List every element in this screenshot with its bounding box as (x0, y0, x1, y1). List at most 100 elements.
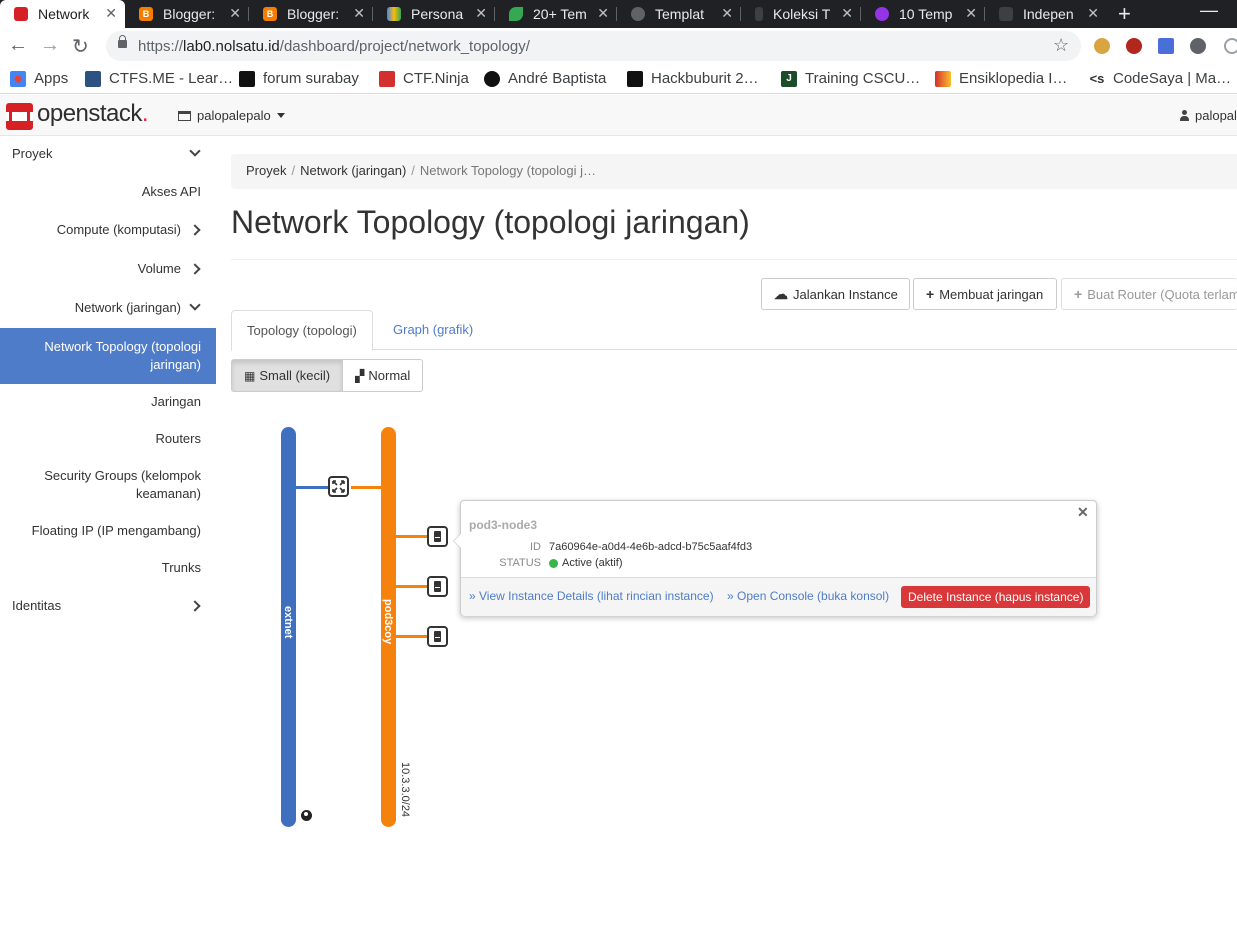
forward-arrow-icon[interactable]: → (40, 34, 60, 57)
new-tab-plus-icon[interactable]: + (1118, 1, 1131, 27)
sidebar-item-identitas[interactable]: Identitas (0, 588, 216, 624)
bookmark-label: CTF.Ninja (403, 70, 469, 87)
chevron-down-icon (189, 299, 201, 311)
tab-topology[interactable]: Topology (topologi) (231, 310, 373, 351)
sidebar-item-jaringan[interactable]: Jaringan (0, 392, 216, 412)
create-network-button[interactable]: + Membuat jaringan (913, 278, 1057, 310)
view-instance-details-link[interactable]: » View Instance Details (lihat rincian i… (469, 589, 714, 603)
network-pod3coy[interactable]: pod3coy (381, 427, 396, 827)
sidebar-item-network[interactable]: Network (jaringan) (0, 290, 216, 326)
breadcrumb-proyek[interactable]: Proyek (246, 163, 286, 178)
breadcrumb-separator: / (291, 163, 296, 178)
browser-tab-personal[interactable]: Persona ✕ (373, 0, 495, 28)
reload-icon[interactable]: ↻ (72, 34, 89, 59)
router-node[interactable] (328, 476, 349, 497)
close-icon[interactable]: ✕ (105, 5, 117, 22)
bookmark-training-cscu[interactable]: J Training CSCU… (781, 70, 920, 87)
delete-instance-button[interactable]: Delete Instance (hapus instance) (901, 586, 1091, 608)
close-icon[interactable]: ✕ (1087, 5, 1099, 22)
openstack-icon (14, 7, 28, 21)
open-console-link[interactable]: » Open Console (buka konsol) (727, 589, 889, 603)
blogger-icon: B (263, 7, 277, 21)
button-label: Membuat jaringan (939, 286, 1044, 302)
browser-tab-koleksi[interactable]: Koleksi T ✕ (741, 0, 861, 28)
project-switcher[interactable]: palopalepalo (178, 108, 285, 123)
bookmark-label: Hackbuburit 2… (651, 70, 759, 87)
breadcrumb-network[interactable]: Network (jaringan) (300, 163, 406, 178)
instance-node[interactable] (427, 626, 448, 647)
network-name: pod3coy (382, 599, 394, 645)
bookmark-ctfs[interactable]: CTFS.ME - Lear… (85, 70, 233, 87)
translate-extension-icon[interactable] (1158, 38, 1174, 54)
close-icon[interactable]: ✕ (229, 5, 241, 22)
browser-tab-10-templates[interactable]: 10 Temp ✕ (861, 0, 985, 28)
bookmark-ensiklopedia[interactable]: Ensiklopedia I… (935, 70, 1067, 87)
button-label: Normal (368, 368, 411, 383)
instance-node[interactable] (427, 576, 448, 597)
tab-graph[interactable]: Graph (grafik) (378, 310, 488, 350)
network-extnet[interactable]: extnet (281, 427, 296, 827)
sidebar-item-security-groups[interactable]: Security Groups (kelompok keamanan) (0, 466, 216, 506)
sidebar-item-akses-api[interactable]: Akses API (0, 174, 216, 210)
close-icon[interactable]: ✕ (721, 5, 733, 22)
launch-instance-button[interactable]: ☁ Jalankan Instance (761, 278, 910, 310)
address-bar[interactable]: https://lab0.nolsatu.id/dashboard/projec… (106, 31, 1081, 61)
sidebar-item-trunks[interactable]: Trunks (0, 558, 216, 578)
bookmark-andre-baptista[interactable]: André Baptista (484, 70, 606, 87)
close-icon[interactable]: ✕ (475, 5, 487, 22)
cookie-extension-icon[interactable] (1094, 38, 1110, 54)
bookmark-apps[interactable]: Apps (10, 70, 68, 87)
user-menu[interactable]: palopal (1180, 108, 1237, 123)
forum-icon (239, 70, 255, 87)
plus-icon: + (1074, 286, 1083, 302)
browser-tab-20-templates[interactable]: 20+ Tem ✕ (495, 0, 617, 28)
browser-tab-independen[interactable]: Indepen ✕ (985, 0, 1107, 28)
large-grid-icon: ▞ (355, 368, 365, 383)
close-icon[interactable]: ✕ (841, 5, 853, 22)
flag-icon (379, 70, 395, 87)
instance-link (395, 585, 427, 588)
url-text[interactable]: https://lab0.nolsatu.id/dashboard/projec… (138, 38, 530, 55)
sidebar-item-routers[interactable]: Routers (0, 429, 216, 449)
sidebar-item-proyek[interactable]: Proyek (0, 136, 216, 172)
openstack-logo-icon[interactable] (6, 103, 33, 130)
sidebar-item-label: Compute (komputasi) (56, 222, 181, 237)
bookmark-forum-surabaya[interactable]: forum surabay (239, 70, 359, 87)
apps-grid-icon (10, 70, 26, 87)
normal-size-button[interactable]: ▞ Normal (343, 359, 424, 392)
bookmark-hackbuburit[interactable]: Hackbuburit 2… (627, 70, 759, 87)
bookmark-label: forum surabay (263, 70, 359, 87)
browser-tab-network[interactable]: Network ✕ (0, 0, 125, 28)
breadcrumb-current: Network Topology (topologi j… (419, 163, 596, 178)
minimize-window-icon[interactable]: — (1200, 0, 1218, 21)
create-router-button[interactable]: + Buat Router (Quota terlam (1061, 278, 1237, 310)
close-icon[interactable]: ✕ (965, 5, 977, 22)
browser-toolbar: ← → ↻ https://lab0.nolsatu.id/dashboard/… (0, 28, 1237, 64)
person-icon (755, 7, 763, 21)
sidebar-item-volume[interactable]: Volume (0, 251, 216, 287)
close-icon[interactable]: ✕ (597, 5, 609, 22)
extension-circle-icon[interactable] (1190, 38, 1206, 54)
network-cidr: 10.3.3.0/24 (399, 762, 411, 818)
close-icon[interactable]: ✕ (1077, 504, 1089, 521)
instance-node-pod3-node3[interactable] (427, 526, 448, 547)
sidebar-item-network-topology[interactable]: Network Topology (topologi jaringan) (0, 328, 216, 384)
bookmark-star-icon[interactable]: ☆ (1053, 35, 1069, 56)
sidebar-item-floating-ip[interactable]: Floating IP (IP mengambang) (0, 521, 216, 541)
sidebar-item-label: Network (jaringan) (74, 300, 181, 315)
small-size-button[interactable]: ▦ Small (kecil) (231, 359, 344, 392)
bookmark-codesaya[interactable]: <s CodeSaya | Ma… (1089, 70, 1232, 87)
browser-tab-blogger-2[interactable]: B Blogger: ✕ (249, 0, 373, 28)
browser-tab-template[interactable]: Templat ✕ (617, 0, 741, 28)
globe-icon (631, 7, 645, 21)
sidebar-item-compute[interactable]: Compute (komputasi) (0, 212, 216, 248)
blocker-extension-icon[interactable] (1126, 38, 1142, 54)
url-path: /dashboard/project/network_topology/ (279, 38, 530, 55)
close-icon[interactable]: ✕ (353, 5, 365, 22)
back-arrow-icon[interactable]: ← (8, 34, 28, 57)
sidebar-item-label: Jaringan (151, 394, 201, 409)
browser-tab-blogger-1[interactable]: B Blogger: ✕ (125, 0, 249, 28)
profile-icon[interactable] (1224, 38, 1237, 54)
bookmark-ctf-ninja[interactable]: CTF.Ninja (379, 70, 469, 87)
instance-link (395, 535, 427, 538)
